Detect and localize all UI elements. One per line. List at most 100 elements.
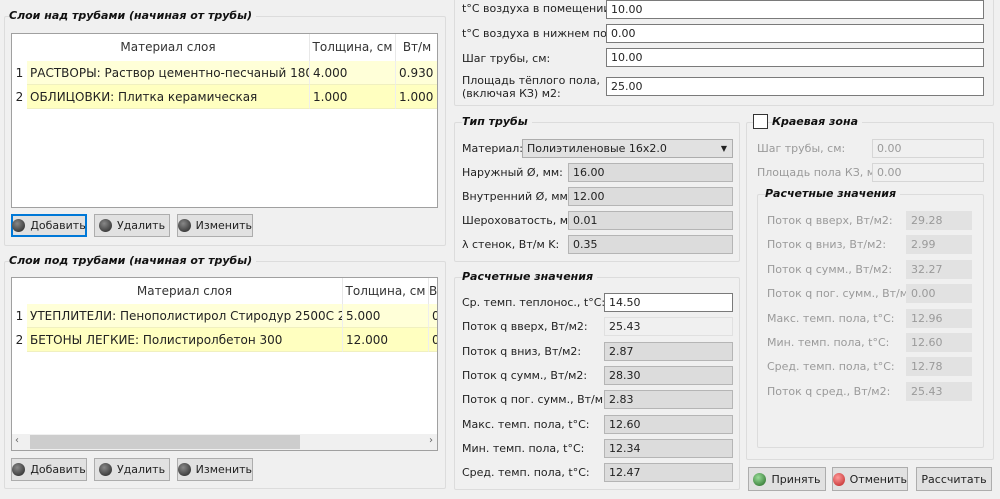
cancel-label: Отменить [849,472,907,486]
col-header-conductivity[interactable]: Вт/м [396,34,437,61]
layers-below-table[interactable]: Материал слоя Толщина, см В 1 УТЕПЛИТЕЛИ… [11,277,438,451]
col-header-material[interactable]: Материал слоя [27,34,310,61]
col-header-thickness[interactable]: Толщина, см [343,278,429,305]
flux-down-input[interactable]: 2.87 [604,341,733,361]
edge-min-floor-temp-label: Мин. темп. пола, t°C: [767,336,890,349]
cell-conductivity[interactable]: 0.930 [396,61,437,85]
flux-sum-label: Поток q сумм., Вт/м2: [462,368,588,382]
delete-icon [98,219,112,232]
max-floor-temp-input[interactable]: 12.60 [604,414,733,434]
edge-flux-linear-sum-input[interactable]: 0.00 [906,284,972,304]
scrollbar-thumb[interactable] [30,435,300,449]
inner-diameter-label: Внутренний Ø, мм: [462,190,572,203]
scroll-left-icon[interactable]: ‹ [15,435,19,446]
cell-material[interactable]: РАСТВОРЫ: Раствор цементно-песчаный 1800 [27,61,310,85]
edge-flux-sum-label: Поток q сумм., Вт/м2: [767,262,893,276]
col-header-material[interactable]: Материал слоя [27,278,343,305]
room-temp-input[interactable]: 10.00 [606,0,984,19]
edge-flux-sum-input[interactable]: 32.27 [906,259,972,279]
add-label: Добавить [30,463,86,476]
edge-max-floor-temp-label: Макс. темп. пола, t°C: [767,311,895,325]
calculate-label: Рассчитать [921,472,987,486]
pipe-type-title: Тип трубы [462,115,532,128]
row-number: 1 [12,304,27,328]
add-icon [12,219,26,232]
calculate-button[interactable]: Рассчитать [916,467,992,491]
edit-below-button[interactable]: Изменить [177,458,253,481]
add-above-button[interactable]: Добавить [11,214,87,237]
avg-floor-temp-input[interactable]: 12.47 [604,463,733,483]
cancel-button[interactable]: Отменить [832,467,908,491]
edge-flux-linear-sum-label: Поток q пог. сумм., Вт/м.п.: [767,287,926,301]
cell-thickness[interactable]: 5.000 [343,304,429,328]
cell-thickness[interactable]: 12.000 [343,328,429,352]
wall-conductivity-label: λ стенок, Вт/м K: [462,238,560,251]
col-header-thickness[interactable]: Толщина, см [310,34,396,61]
chevron-down-icon: ▼ [720,144,727,153]
horizontal-scrollbar[interactable]: ‹ › [12,434,437,450]
material-select[interactable]: Полиэтиленовые 16x2.0 ▼ [522,139,733,158]
delete-label: Удалить [116,463,166,476]
edge-flux-up-input[interactable]: 29.28 [906,211,972,230]
edit-icon [178,463,191,476]
flux-down-label: Поток q вниз, Вт/м2: [462,344,582,358]
delete-below-button[interactable]: Удалить [94,458,170,481]
row-number: 2 [12,328,27,352]
flux-up-input[interactable]: 25.43 [604,317,733,337]
row-number: 1 [12,61,27,85]
edge-step-input[interactable]: 0.00 [872,139,984,158]
edge-area-input[interactable]: 0.00 [872,163,984,182]
edge-avg-floor-temp-label: Сред. темп. пола, t°C: [767,360,895,374]
outer-diameter-label: Наружный Ø, мм: [462,166,563,179]
scroll-right-icon[interactable]: › [429,435,433,446]
floor-area-label: Площадь тёплого пола, (включая КЗ) м2: [462,74,601,100]
edge-flux-down-input[interactable]: 2.99 [906,235,972,255]
cell-material[interactable]: БЕТОНЫ ЛЕГКИЕ: Полистиролбетон 300 [27,328,343,352]
outer-diameter-input[interactable]: 16.00 [568,163,733,182]
accept-label: Принять [771,472,821,486]
edge-avg-floor-temp-input[interactable]: 12.78 [906,357,972,377]
edit-above-button[interactable]: Изменить [177,214,253,237]
cell-conductivity[interactable]: 0 [429,328,437,352]
lower-room-temp-label: t°C воздуха в нижнем пом.: [462,27,623,40]
cell-thickness[interactable]: 4.000 [310,61,396,85]
flux-linear-sum-input[interactable]: 2.83 [604,390,733,410]
edge-flux-avg-input[interactable]: 25.43 [906,381,972,401]
edge-calc-title: Расчетные значения [765,187,901,200]
add-label: Добавить [30,219,86,232]
edge-min-floor-temp-input[interactable]: 12.60 [906,333,972,352]
delete-label: Удалить [116,219,166,232]
edge-flux-up-label: Поток q вверх, Вт/м2: [767,214,893,227]
calc-title: Расчетные значения [462,270,598,283]
edge-flux-avg-label: Поток q сред., Вт/м2: [767,384,891,398]
coolant-temp-input[interactable]: 14.50 [604,293,733,312]
cell-conductivity[interactable]: 1.000 [396,85,437,109]
avg-floor-temp-label: Сред. темп. пола, t°C: [462,466,590,480]
edit-icon [178,219,191,232]
roughness-input[interactable]: 0.01 [568,211,733,230]
add-below-button[interactable]: Добавить [11,458,87,481]
accept-button[interactable]: Принять [748,467,826,491]
flux-sum-input[interactable]: 28.30 [604,365,733,385]
edge-max-floor-temp-input[interactable]: 12.96 [906,308,972,328]
edge-zone-checkbox[interactable] [753,114,768,129]
cell-material[interactable]: УТЕПЛИТЕЛИ: Пенополистирол Стиродур 2500… [27,304,343,328]
col-header-conductivity[interactable]: В [429,278,437,305]
cell-thickness[interactable]: 1.000 [310,85,396,109]
edge-area-label: Площадь пола КЗ, м2: [757,166,886,179]
delete-above-button[interactable]: Удалить [94,214,170,237]
cell-conductivity[interactable]: 0 [429,304,437,328]
pipe-step-input[interactable]: 10.00 [606,48,984,67]
layers-above-table[interactable]: Материал слоя Толщина, см Вт/м 1 РАСТВОР… [11,33,438,208]
layers-below-title: Слои под трубами (начиная от трубы) [9,254,257,267]
wall-conductivity-input[interactable]: 0.35 [568,235,733,254]
floor-area-input[interactable]: 25.00 [606,77,984,96]
lower-room-temp-input[interactable]: 0.00 [606,24,984,43]
edge-flux-down-label: Поток q вниз, Вт/м2: [767,238,887,252]
cell-material[interactable]: ОБЛИЦОВКИ: Плитка керамическая [27,85,310,109]
min-floor-temp-input[interactable]: 12.34 [604,438,733,458]
flux-up-label: Поток q вверх, Вт/м2: [462,320,588,334]
edit-label: Изменить [195,219,252,232]
min-floor-temp-label: Мин. темп. пола, t°C: [462,441,585,455]
inner-diameter-input[interactable]: 12.00 [568,187,733,206]
